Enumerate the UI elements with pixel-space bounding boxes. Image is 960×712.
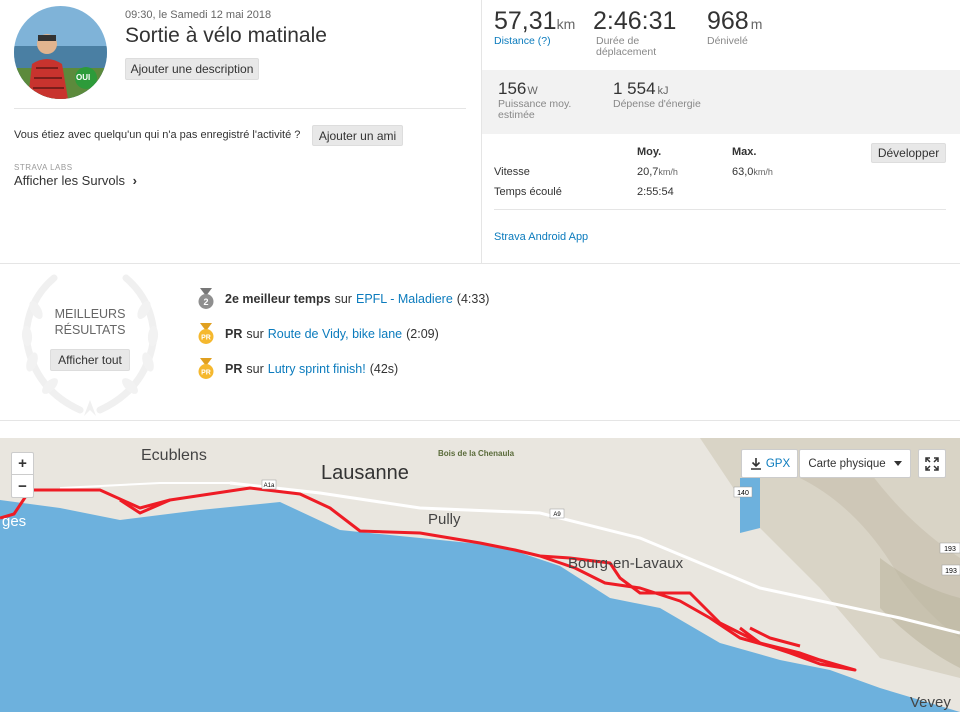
elapsed-row-label: Temps écoulé (494, 186, 562, 198)
avatar-badge-text: OUI (76, 73, 91, 82)
achievement-preposition: sur (246, 327, 264, 341)
road-shield: A1a (264, 483, 275, 489)
power-unit: W (527, 85, 538, 97)
elevation-stat: 968 m Dénivelé (707, 7, 762, 47)
speed-max: 63,0 (732, 166, 754, 178)
speed-max-value: 63,0km/h (732, 166, 773, 178)
energy-unit: kJ (657, 85, 669, 97)
moving-time-stat: 2:46:31 Durée de déplacement (593, 7, 676, 58)
segment-link[interactable]: Lutry sprint finish! (268, 362, 366, 376)
map-label-partial: ges (2, 513, 27, 530)
segment-link[interactable]: Route de Vidy, bike lane (268, 327, 402, 341)
gold-medal-icon: PR (198, 358, 214, 379)
segment-link[interactable]: EPFL - Maladiere (356, 292, 453, 306)
map-type-dropdown[interactable]: Carte physique (799, 449, 911, 478)
device-link[interactable]: Strava Android App (494, 231, 588, 243)
achievement-rank: PR (225, 327, 243, 341)
map-label-pully: Pully (428, 511, 461, 528)
section-divider (0, 420, 960, 421)
elapsed-avg-value: 2:55:54 (637, 186, 674, 198)
laurel-wreath-icon (21, 274, 159, 416)
power-value: 156 (498, 79, 527, 98)
divider (14, 108, 466, 109)
achievement-time: (4:33) (456, 292, 490, 306)
medal-rank: PR (201, 370, 211, 377)
road-shield: 193 (944, 546, 956, 553)
map-label-lausanne: Lausanne (321, 462, 409, 484)
moving-time-label-2: déplacement (596, 46, 657, 58)
max-column-header: Max. (732, 146, 757, 158)
fullscreen-icon (925, 456, 939, 471)
energy-label: Dépense d'énergie (613, 98, 701, 110)
medal-rank: 2 (203, 297, 208, 307)
achievement-rank: 2e meilleur temps (225, 292, 331, 306)
speed-row-label: Vitesse (494, 166, 530, 178)
speed-avg-unit: km/h (658, 167, 678, 177)
activity-datetime: 09:30, le Samedi 12 mai 2018 (125, 9, 272, 21)
best-results-title-line2: RÉSULTATS (54, 323, 126, 337)
activity-title: Sortie à vélo matinale (125, 24, 327, 47)
speed-avg: 20,7 (637, 166, 659, 178)
map-label-bourg-en-lavaux: Bourg-en-Lavaux (568, 555, 684, 572)
energy-value: 1 554 (613, 79, 656, 98)
best-results-title-line1: MEILLEURS (54, 307, 126, 321)
map-label-vevey: Vevey (910, 694, 951, 711)
road-shield: 193 (945, 568, 957, 575)
gpx-label: GPX (765, 457, 791, 470)
add-friend-button[interactable]: Ajouter un ami (312, 125, 403, 146)
route-map[interactable]: A1a A9 140 193 193 Ecublens Lausanne Boi… (0, 438, 960, 712)
section-divider (0, 263, 960, 264)
map-label-ecublens: Ecublens (141, 447, 207, 464)
elevation-label: Dénivelé (707, 35, 748, 47)
road-shield: 140 (737, 490, 749, 497)
elevation-unit: m (750, 16, 763, 32)
achievement-item: PR PR sur Route de Vidy, bike lane (2:09… (197, 323, 439, 345)
silver-medal-icon: 2 (198, 288, 214, 309)
medal-rank: PR (201, 335, 211, 342)
speed-avg-value: 20,7km/h (637, 166, 678, 178)
achievement-item: PR PR sur Lutry sprint finish! (42s) (197, 358, 398, 380)
divider (494, 209, 946, 210)
power-label-2: estimée (498, 109, 535, 121)
flyby-label: Afficher les Survols (14, 173, 126, 188)
athlete-avatar[interactable]: OUI (14, 6, 107, 99)
distance-unit: km (556, 16, 576, 32)
distance-value: 57,31 (494, 7, 557, 35)
chevron-right-icon: › (132, 173, 137, 188)
flyby-link[interactable]: Afficher les Survols › (14, 173, 137, 188)
caret-down-icon (893, 461, 902, 466)
unrecorded-companion-prompt: Vous étiez avec quelqu'un qui n'a pas en… (14, 129, 301, 141)
gold-medal-icon: PR (198, 323, 214, 344)
avg-column-header: Moy. (637, 146, 662, 158)
map-label-forest: Bois de la Chenaula (438, 449, 515, 458)
achievement-time: (42s) (369, 362, 399, 376)
zoom-out-button[interactable]: − (11, 475, 34, 498)
energy-stat: 1 554 kJ Dépense d'énergie (613, 79, 701, 110)
distance-stat: 57,31km Distance (?) (494, 7, 575, 47)
moving-time-value: 2:46:31 (593, 7, 677, 35)
road-shield: A9 (553, 512, 561, 518)
zoom-in-button[interactable]: + (11, 452, 34, 475)
speed-max-unit: km/h (753, 167, 773, 177)
download-icon (750, 457, 761, 470)
map-canvas[interactable]: A1a A9 140 193 193 (0, 438, 960, 712)
map-type-label: Carte physique (808, 457, 886, 470)
expand-details-button[interactable]: Développer (871, 143, 946, 163)
achievement-item: 2 2e meilleur temps sur EPFL - Maladiere… (197, 288, 489, 310)
achievement-preposition: sur (246, 362, 264, 376)
power-stat: 156W Puissance moy. estimée (498, 79, 571, 121)
show-all-results-button[interactable]: Afficher tout (50, 349, 130, 371)
achievement-rank: PR (225, 362, 243, 376)
distance-label[interactable]: Distance (?) (494, 36, 575, 47)
achievement-preposition: sur (334, 292, 352, 306)
achievement-time: (2:09) (406, 327, 439, 341)
best-results-title: MEILLEURS RÉSULTATS (40, 306, 140, 338)
strava-labs-label: STRAVA LABS (14, 163, 73, 172)
add-description-button[interactable]: Ajouter une description (125, 58, 259, 80)
elevation-value: 968 (707, 7, 749, 35)
fullscreen-button[interactable] (918, 449, 946, 478)
gpx-download-button[interactable]: GPX (741, 449, 798, 478)
